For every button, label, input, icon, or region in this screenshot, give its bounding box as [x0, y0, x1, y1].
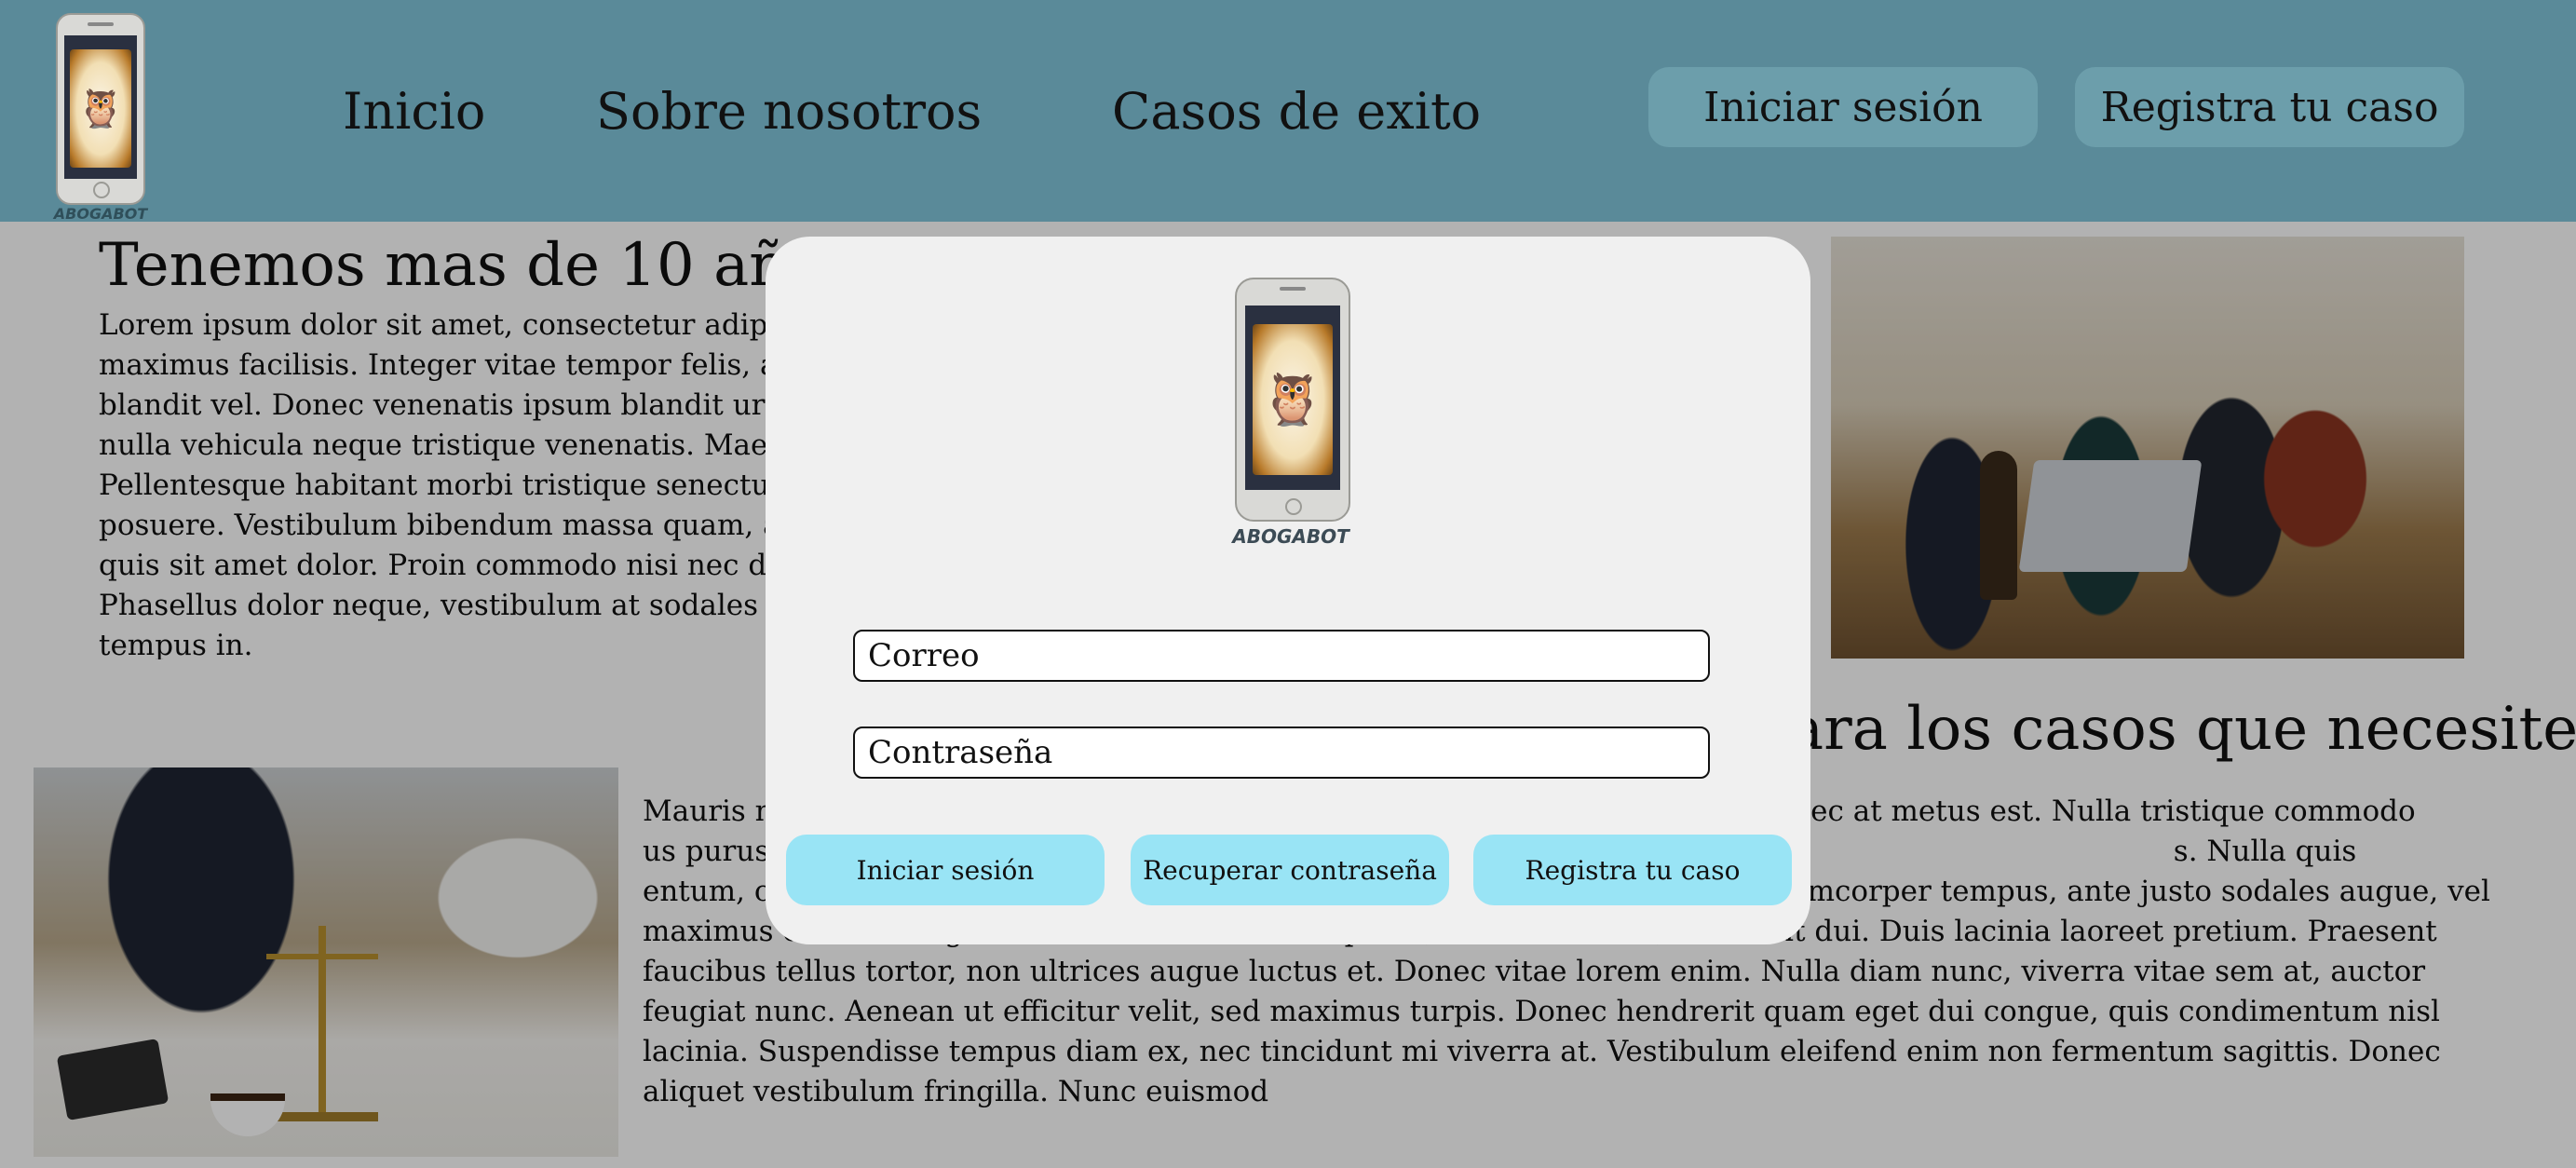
modal-logo: 🦉 ABOGABOT: [1226, 278, 1356, 557]
navbar: 🦉 ABOGABOT Inicio Sobre nosotros Casos d…: [0, 0, 2576, 223]
nav-link-casos-de-exito[interactable]: Casos de exito: [1112, 75, 1481, 149]
nav-link-sobre-nosotros[interactable]: Sobre nosotros: [596, 75, 982, 149]
login-modal: 🦉 ABOGABOT Iniciar sesión Recuperar cont…: [766, 237, 1810, 944]
phone-logo-icon: 🦉: [56, 13, 145, 205]
header-login-button[interactable]: Iniciar sesión: [1648, 67, 2038, 147]
phone-logo-icon: 🦉: [1235, 278, 1350, 522]
logo-text: ABOGABOT: [53, 205, 148, 223]
logo[interactable]: 🦉 ABOGABOT: [52, 13, 149, 223]
modal-logo-text: ABOGABOT: [1232, 525, 1349, 548]
header-register-button[interactable]: Registra tu caso: [2075, 67, 2464, 147]
register-case-button[interactable]: Registra tu caso: [1473, 835, 1792, 905]
password-input[interactable]: [853, 727, 1710, 779]
login-button[interactable]: Iniciar sesión: [786, 835, 1105, 905]
email-input[interactable]: [853, 630, 1710, 682]
recover-password-button[interactable]: Recuperar contraseña: [1131, 835, 1449, 905]
owl-icon: 🦉: [1261, 371, 1324, 428]
nav-link-inicio[interactable]: Inicio: [343, 75, 485, 149]
owl-icon: 🦉: [77, 88, 124, 129]
